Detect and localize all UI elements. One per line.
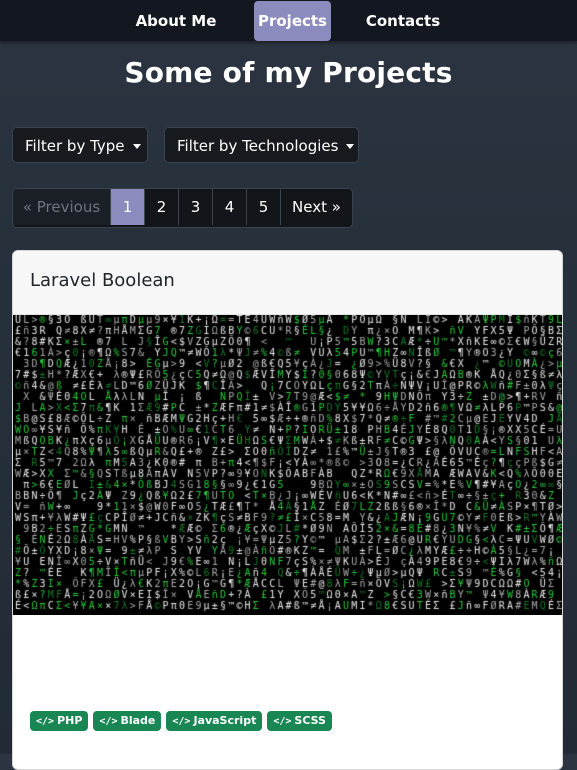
- top-navbar: About Me Projects Contacts: [0, 0, 577, 41]
- technology-badge-label: Blade: [120, 714, 156, 727]
- filter-by-technologies-dropdown[interactable]: Filter by Technologies: [164, 127, 359, 163]
- code-icon: </>: [273, 716, 292, 727]
- technology-badge-label: SCSS: [294, 714, 326, 727]
- project-card-header: Laravel Boolean: [13, 251, 562, 315]
- technology-badge: </> Blade: [93, 711, 162, 731]
- technology-badge-label: PHP: [57, 714, 83, 727]
- technology-badge: </> PHP: [30, 711, 89, 731]
- pagination-page-1[interactable]: 1: [111, 189, 145, 225]
- project-type: Type: API: [30, 636, 99, 652]
- pagination-next[interactable]: Next »: [281, 189, 352, 225]
- caret-down-icon: [346, 144, 355, 149]
- technologies-heading: Technologies used:: [30, 677, 181, 693]
- technology-badge-label: JavaScript: [193, 714, 257, 727]
- code-icon: </>: [172, 716, 191, 727]
- matrix-code-rain-image: [13, 315, 562, 615]
- project-type-value: API: [76, 636, 99, 652]
- nav-contacts[interactable]: Contacts: [360, 1, 446, 41]
- project-title: Laravel Boolean: [30, 270, 175, 291]
- code-icon: </>: [99, 716, 118, 727]
- pagination-page-5[interactable]: 5: [247, 189, 281, 225]
- nav-about-me[interactable]: About Me: [128, 1, 224, 41]
- filter-by-type-dropdown[interactable]: Filter by Type: [12, 127, 148, 163]
- code-icon: </>: [36, 716, 55, 727]
- filter-by-technologies-label: Filter by Technologies: [177, 137, 339, 155]
- technology-badge: </> JavaScript: [166, 711, 263, 731]
- pagination-previous: « Previous: [13, 189, 111, 225]
- caret-down-icon: [132, 144, 141, 149]
- pagination-page-3[interactable]: 3: [179, 189, 213, 225]
- nav-projects[interactable]: Projects: [254, 1, 331, 41]
- pagination: « Previous 1 2 3 4 5 Next »: [12, 188, 353, 228]
- project-type-label: Type:: [30, 636, 73, 652]
- technology-badge: </> SCSS: [267, 711, 332, 731]
- page-title: Some of my Projects: [124, 56, 453, 89]
- pagination-page-4[interactable]: 4: [213, 189, 247, 225]
- pagination-page-2[interactable]: 2: [145, 189, 179, 225]
- project-card: Laravel Boolean Type: API Technologies u…: [12, 250, 563, 770]
- filter-by-type-label: Filter by Type: [25, 137, 125, 155]
- technology-badges: </> PHP </> Blade </> JavaScript </> SCSS: [30, 711, 332, 731]
